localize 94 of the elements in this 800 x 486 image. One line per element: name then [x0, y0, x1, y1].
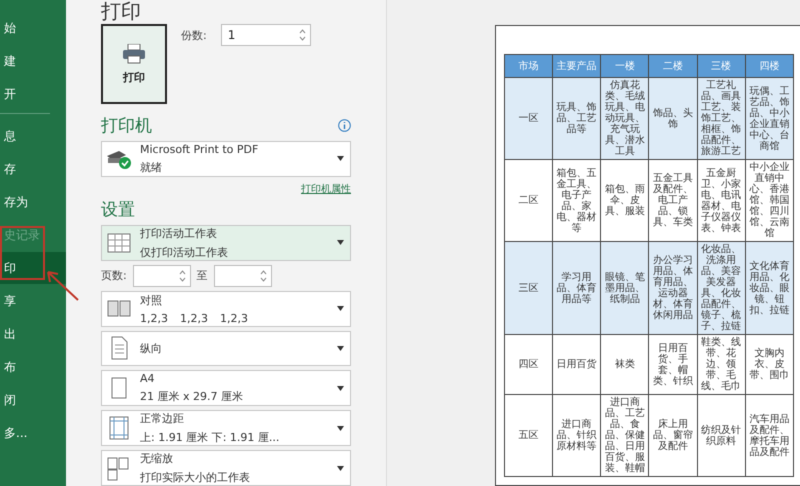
caret-icon	[337, 426, 344, 430]
table-cell: 五金厨卫、小家电、电讯器材、电子仪器仪表、钟表	[697, 160, 746, 242]
table-cell: 办公学习用品、体育用品、运动器材、体育休闲用品	[648, 242, 698, 334]
printer-name: Microsoft Print to PDF	[140, 142, 260, 156]
table-cell: 二区	[504, 160, 553, 242]
table-cell: 饰品、头饰	[648, 78, 698, 160]
sidebar-item[interactable]: 闭	[0, 384, 66, 416]
table-cell: 眼镜、笔墨用品、纸制品	[600, 242, 649, 334]
copies-field[interactable]: 1	[220, 24, 311, 46]
table-cell: 工艺礼品、画具工艺、装饰工艺、相框、饰品配件、旅游工艺	[697, 78, 746, 160]
sidebar-item[interactable]: 享	[0, 285, 66, 317]
print-button[interactable]: 打印	[101, 24, 167, 104]
option-title: 打印活动工作表	[140, 226, 218, 241]
option-detail: 1,2,3	[180, 312, 208, 325]
option-title: 对照	[140, 292, 163, 308]
page-from-field[interactable]	[132, 264, 191, 287]
to-label: 至	[196, 268, 208, 284]
table-cell: 五区	[504, 394, 553, 476]
caret-icon	[337, 306, 344, 312]
table-cell: 仿真花类、毛绒玩具、电动玩具、充气玩具、潜水工具	[600, 78, 649, 160]
option-title: A4	[140, 372, 156, 386]
annotation-arrow	[44, 268, 80, 302]
caret-icon	[337, 240, 344, 246]
sidebar-item[interactable]: 多...	[0, 417, 66, 449]
caret-icon	[337, 156, 344, 162]
sidebar-item[interactable]: 存为	[0, 186, 66, 218]
table-cell: 文胸内衣、皮带、围巾	[745, 334, 794, 394]
table-cell: 鞋类、线带、花边、领带、毛线、毛巾	[697, 334, 746, 394]
settings-dropdown[interactable]: 无缩放 打印实际大小的工作表	[101, 450, 351, 486]
spinner-arrows-icon[interactable]	[298, 28, 306, 42]
table-cell: 纺织及针织原料	[697, 394, 746, 476]
table-cell: 五金工具及配件、电工产品、锁具、车类	[648, 160, 698, 242]
option-title: 正常边距	[140, 411, 185, 426]
table-cell: 四区	[504, 334, 553, 394]
sidebar-item[interactable]: 始	[0, 12, 66, 44]
table-cell: 袜类	[600, 334, 649, 394]
printer-dropdown[interactable]: Microsoft Print to PDF 就绪	[101, 141, 351, 177]
table-cell: 中小企业直销中心、香港馆、韩国馆、四川馆、云南馆	[745, 160, 794, 242]
option-detail: 1,2,3	[140, 312, 168, 325]
table-header-cell: 一楼	[600, 54, 649, 78]
sidebar-item[interactable]: 息	[0, 120, 66, 152]
option-detail: 1,2,3	[220, 312, 248, 325]
table-cell: 玩偶、工艺品、饰品、中小企业直销中心、台商馆	[745, 78, 794, 160]
table-cell: 化妆品、洗涤用品、美容美发器具、化妆品配件、镜子、梳子、拉链	[697, 242, 746, 334]
sidebar-item[interactable]: 布	[0, 351, 66, 383]
table-cell: 一区	[504, 78, 553, 160]
printer-icon	[123, 44, 145, 64]
sidebar-item[interactable]: 开	[0, 78, 66, 110]
table-header-cell: 三楼	[697, 54, 746, 78]
page-title: 打印	[101, 0, 142, 22]
table-header-cell: 市场	[504, 54, 553, 78]
sidebar-item[interactable]: 建	[0, 45, 66, 77]
option-detail: 21 厘米 x 29.7 厘米	[140, 389, 243, 404]
option-detail: 上: 1.91 厘米 下: 1.91 厘...	[140, 430, 280, 445]
option-title: 无缩放	[140, 451, 174, 466]
table-cell: 床上用品、窗帘及配件	[648, 394, 698, 476]
settings-heading: 设置	[101, 198, 135, 221]
caret-icon	[337, 466, 344, 470]
info-icon[interactable]	[338, 119, 351, 132]
option-title: 纵向	[140, 340, 163, 356]
sidebar-item[interactable]: 出	[0, 318, 66, 350]
table-header-cell: 二楼	[648, 54, 698, 78]
printer-heading: 打印机	[101, 115, 152, 137]
table-header-cell: 四楼	[745, 54, 794, 78]
table-cell: 学习用品、体育用品等	[552, 242, 601, 334]
settings-dropdown[interactable]: 正常边距 上: 1.91 厘米 下: 1.91 厘...	[101, 410, 351, 446]
table-cell: 箱包、五金工具、电子产品、家电、器材等	[552, 160, 601, 242]
settings-dropdown[interactable]: 对照 1,2,3 1,2,3 1,2,3	[101, 290, 351, 326]
page-to-field[interactable]	[214, 264, 272, 287]
option-detail: 仅打印活动工作表	[140, 244, 229, 260]
print-scope-dropdown[interactable]: 打印活动工作表 仅打印活动工作表	[101, 224, 351, 261]
caret-icon	[337, 386, 344, 391]
pages-label: 页数:	[101, 268, 127, 284]
highlight-frame	[0, 226, 45, 280]
table-header-cell: 主要产品	[552, 54, 601, 78]
settings-dropdown[interactable]: 纵向	[101, 330, 351, 366]
spinner-arrows-icon[interactable]	[178, 268, 186, 283]
sidebar-item[interactable]: 存	[0, 153, 66, 185]
spinner-arrows-icon[interactable]	[260, 268, 267, 283]
copies-label: 份数:	[181, 28, 207, 44]
table-cell: 汽车用品及配件、摩托车用品及配件	[745, 394, 794, 476]
table-cell: 日用百货	[552, 334, 601, 394]
table-cell: 日用百货、手套、帽类、针织	[648, 334, 698, 394]
printer-properties-link[interactable]: 打印机属性	[301, 182, 351, 196]
table-cell: 箱包、雨伞、皮具、服装	[600, 160, 649, 242]
printer-status: 就绪	[140, 160, 163, 175]
table-cell: 进口商品、针织原材料等	[552, 394, 601, 476]
table-cell: 三区	[504, 242, 553, 334]
table-cell: 进口商品、工艺品、食品、保健品、日用百货、服装、鞋帽	[600, 394, 649, 476]
table-cell: 文化体育用品、化妆品、眼镜、钮扣、拉链	[745, 242, 794, 334]
option-detail: 打印实际大小的工作表	[140, 470, 250, 485]
caret-icon	[337, 346, 344, 351]
settings-dropdown[interactable]: A4 21 厘米 x 29.7 厘米	[101, 370, 351, 406]
table-cell: 玩具、饰品、工艺品等	[552, 78, 601, 160]
